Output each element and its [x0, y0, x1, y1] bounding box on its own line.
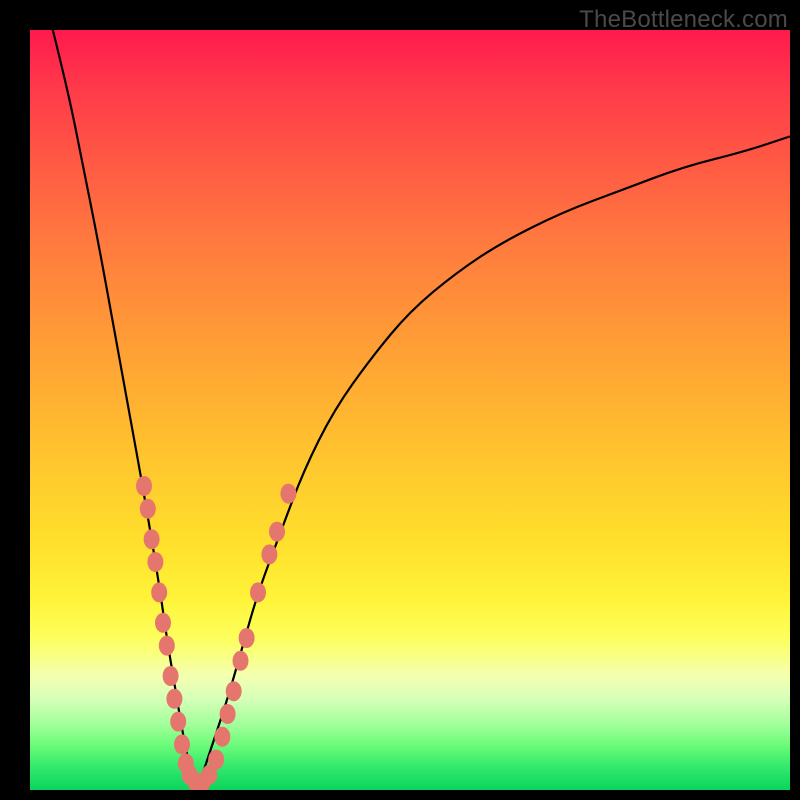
chart-frame: TheBottleneck.com [0, 0, 800, 800]
data-point [140, 499, 156, 519]
data-point [208, 750, 224, 770]
data-point [239, 628, 255, 648]
data-point [280, 484, 296, 504]
data-point [159, 636, 175, 656]
data-point [220, 704, 236, 724]
data-point [214, 727, 230, 747]
data-point [151, 582, 167, 602]
data-point [269, 522, 285, 542]
data-point [233, 651, 249, 671]
data-point [170, 712, 186, 732]
data-point [250, 582, 266, 602]
plot-area [30, 30, 790, 790]
data-point [155, 613, 171, 633]
right-curve [197, 136, 790, 790]
data-point [147, 552, 163, 572]
data-point [226, 681, 242, 701]
data-points-group [136, 476, 296, 790]
watermark-text: TheBottleneck.com [579, 6, 788, 34]
data-point [174, 734, 190, 754]
data-point [261, 544, 277, 564]
data-point [144, 529, 160, 549]
chart-svg [30, 30, 790, 790]
data-point [136, 476, 152, 496]
data-point [166, 689, 182, 709]
data-point [163, 666, 179, 686]
